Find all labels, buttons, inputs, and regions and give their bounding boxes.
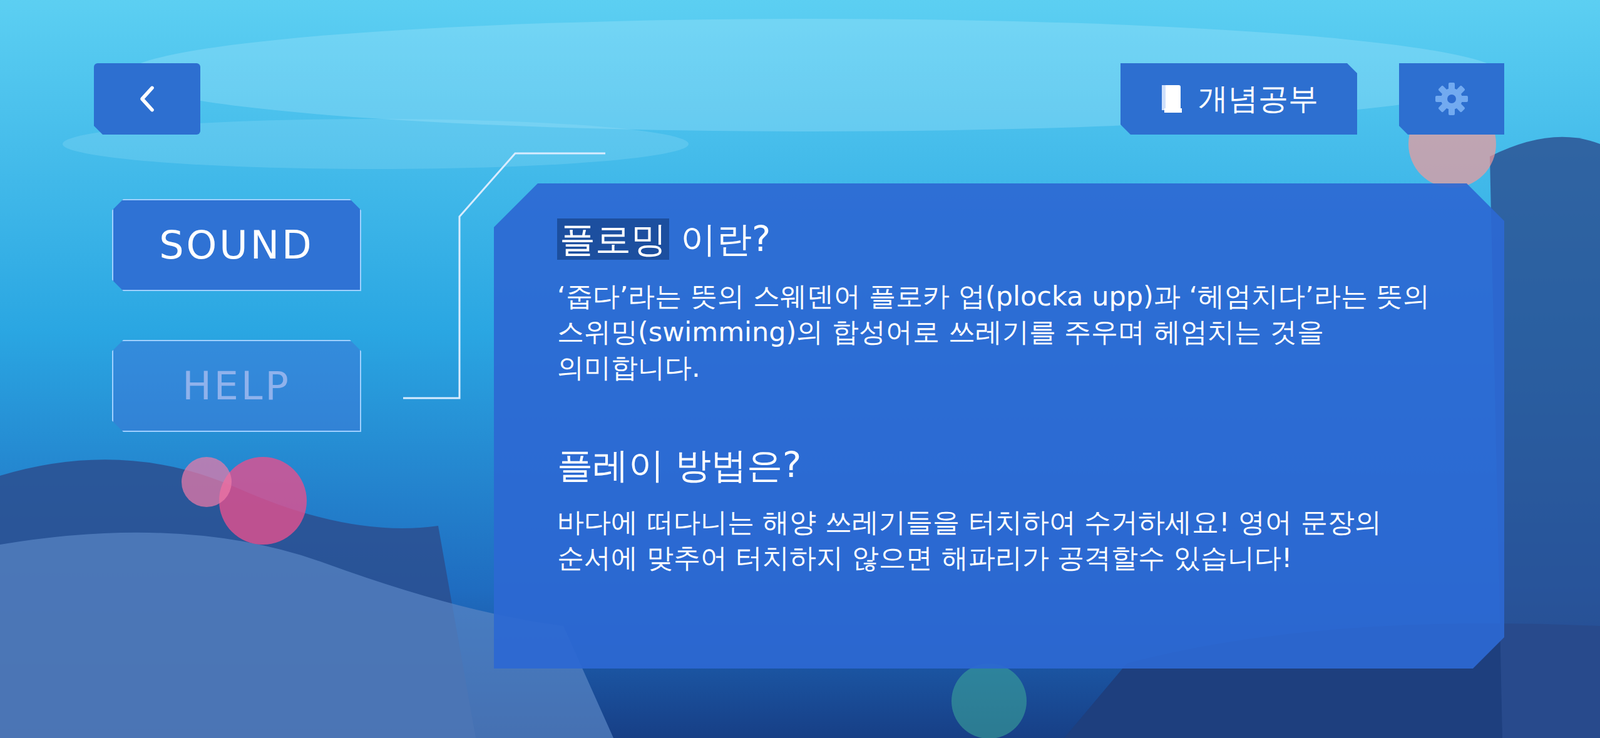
section-body: ‘줍다’라는 뜻의 스웨덴어 플로카 업(plocka upp)과 ‘헤엄치다’…	[557, 278, 1442, 386]
help-panel: 플로밍 이란? ‘줍다’라는 뜻의 스웨덴어 플로카 업(plocka upp)과…	[493, 183, 1505, 669]
gear-icon	[1432, 80, 1471, 118]
help-screen: 개념공부 SOUND HELP 플로밍 이란? ‘줍다’라는 뜻의 스웨덴어 플로카 업…	[0, 0, 1600, 738]
settings-button[interactable]	[1399, 63, 1505, 135]
menu-button[interactable]: HELP	[112, 339, 362, 432]
side-menu: SOUND HELP	[112, 183, 362, 432]
top-actions: 개념공부	[1120, 63, 1505, 135]
main-area: SOUND HELP 플로밍 이란? ‘줍다’라는 뜻의 스웨덴어 플로카 업(plo…	[0, 134, 1600, 669]
book-icon	[1159, 83, 1185, 115]
concept-button[interactable]: 개념공부	[1120, 63, 1358, 135]
title-part: 플로밍	[557, 218, 670, 260]
concept-label: 개념공부	[1198, 78, 1319, 119]
title-part: 이란?	[669, 218, 771, 260]
section-title: 플레이 방법은?	[557, 441, 1442, 489]
title-part: 플레이 방법은?	[557, 444, 802, 486]
section-body: 바다에 떠다니는 해양 쓰레기들을 터치하여 수거하세요! 영어 문장의 순서에…	[557, 504, 1442, 576]
top-bar: 개념공부	[0, 0, 1600, 135]
help-section: 플레이 방법은? 바다에 떠다니는 해양 쓰레기들을 터치하여 수거하세요! 영어…	[557, 441, 1442, 576]
chevron-left-icon	[137, 83, 158, 114]
back-button[interactable]	[93, 63, 201, 135]
menu-button[interactable]: SOUND	[112, 199, 362, 292]
help-section: 플로밍 이란? ‘줍다’라는 뜻의 스웨덴어 플로카 업(plocka upp)과…	[557, 215, 1442, 386]
section-title: 플로밍 이란?	[557, 215, 1442, 263]
